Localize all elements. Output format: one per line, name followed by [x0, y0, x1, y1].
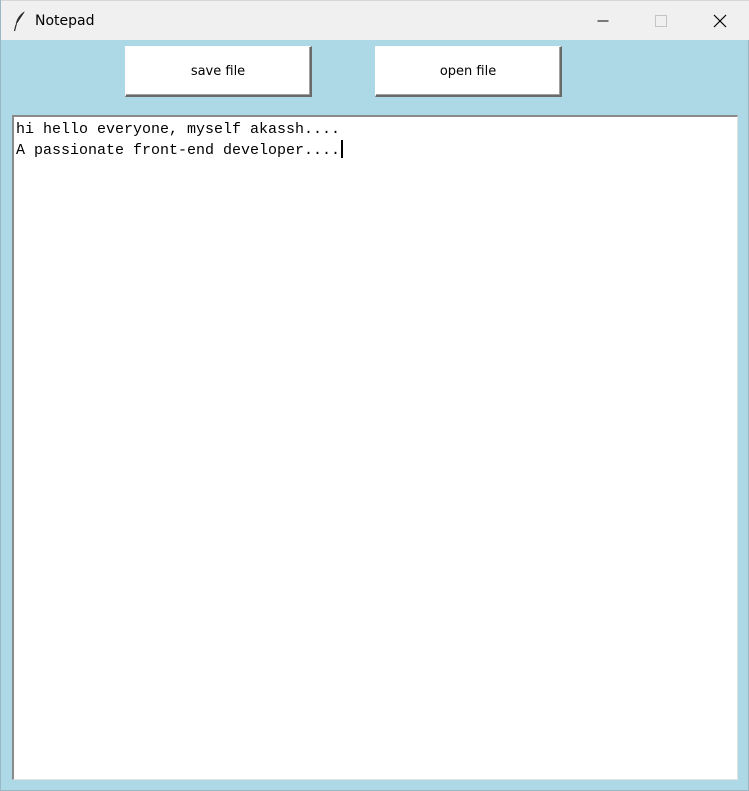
- window-title: Notepad: [35, 13, 95, 29]
- save-file-button[interactable]: save file: [125, 46, 312, 97]
- notepad-window: Notepad save file open file hi hello eve…: [0, 0, 749, 791]
- text-editor[interactable]: hi hello everyone, myself akassh.... A p…: [12, 115, 738, 780]
- close-button[interactable]: [691, 1, 749, 41]
- feather-icon: [12, 10, 28, 32]
- maximize-icon: [655, 15, 667, 27]
- editor-line: A passionate front-end developer....: [16, 140, 735, 160]
- text-caret: [341, 140, 344, 158]
- minimize-icon: [597, 15, 609, 27]
- title-bar[interactable]: Notepad: [1, 0, 749, 40]
- editor-line: hi hello everyone, myself akassh....: [16, 121, 341, 138]
- open-file-button[interactable]: open file: [375, 46, 562, 97]
- minimize-button[interactable]: [574, 1, 632, 41]
- close-icon: [713, 14, 727, 28]
- maximize-button[interactable]: [632, 1, 690, 41]
